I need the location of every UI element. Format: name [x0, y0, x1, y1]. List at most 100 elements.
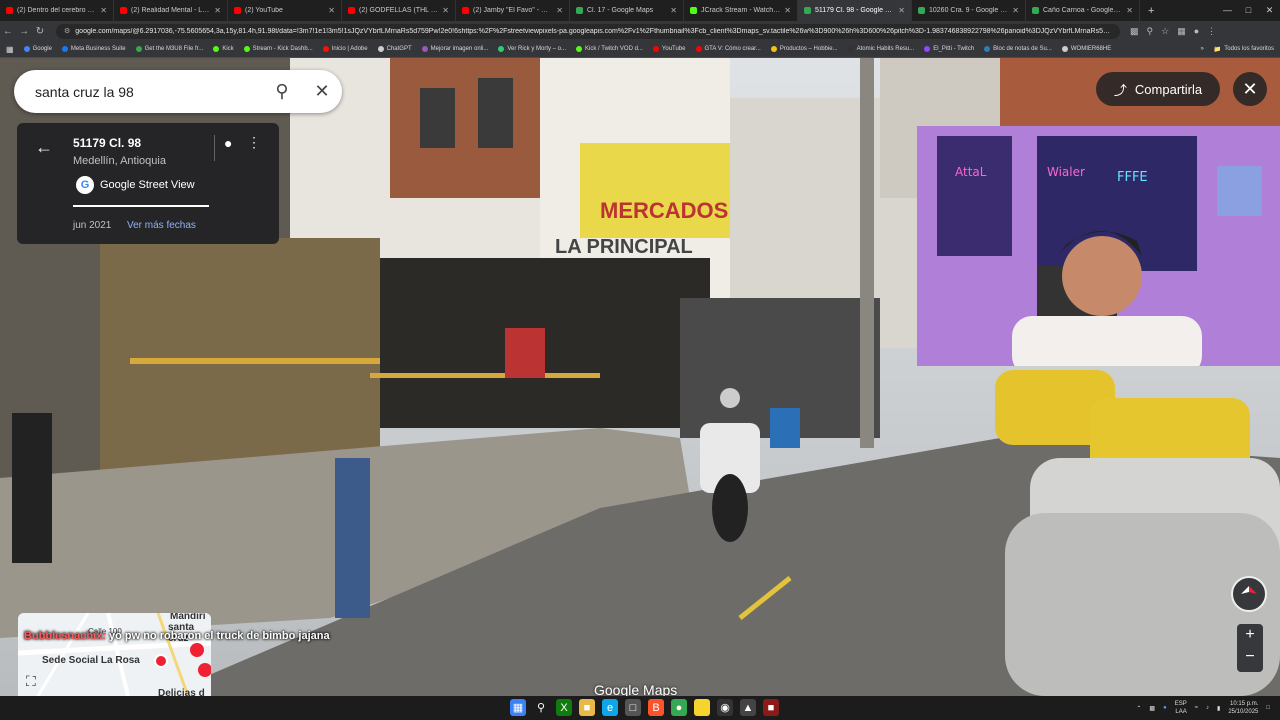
- bookmark-item[interactable]: Atomic Habits Resu...: [847, 46, 914, 52]
- start-icon[interactable]: ▦: [510, 699, 526, 716]
- store-icon[interactable]: □: [625, 699, 641, 716]
- browser-tab[interactable]: Caño Carnoa - Google Maps ✕: [1026, 0, 1140, 21]
- search-icon[interactable]: ⚲: [533, 699, 549, 716]
- network-icon[interactable]: ▩: [1149, 705, 1155, 712]
- volume-icon[interactable]: ♪: [1206, 705, 1209, 711]
- location-pin-icon[interactable]: ●: [224, 135, 232, 151]
- close-tab-icon[interactable]: ✕: [670, 6, 677, 15]
- bookmark-item[interactable]: Stream - Kick Dashb...: [243, 46, 313, 52]
- all-bookmarks-folder[interactable]: 📁 Todos los favoritos: [1214, 46, 1274, 53]
- file-explorer-icon[interactable]: ■: [579, 699, 595, 716]
- tab-favicon-icon: [234, 7, 241, 14]
- chrome-icon[interactable]: ●: [671, 699, 687, 716]
- bookmark-item[interactable]: GTA V: Cómo crear...: [695, 46, 761, 52]
- browser-tab[interactable]: (2) Dentro del cerebro de GU ✕: [0, 0, 114, 21]
- wifi-icon[interactable]: ≈: [1195, 705, 1198, 711]
- bookmark-label: Stream - Kick Dashb...: [252, 46, 313, 52]
- browser-tab[interactable]: (2) GODFELLAS (THL CYPHER) ✕: [342, 0, 456, 21]
- close-tab-icon[interactable]: ✕: [1126, 6, 1133, 15]
- mini-map[interactable]: Mandirí santa cruz Calle 100 Sede Social…: [18, 613, 211, 696]
- bookmark-item[interactable]: ChatGPT: [377, 46, 412, 52]
- maximize-icon[interactable]: □: [1238, 0, 1259, 21]
- street-view-source[interactable]: G Google Street View: [76, 176, 195, 194]
- more-options-icon[interactable]: ⋮: [247, 134, 261, 151]
- app-icon[interactable]: ▲: [740, 699, 756, 716]
- compass-icon[interactable]: [1231, 576, 1267, 612]
- back-icon[interactable]: ←: [0, 26, 16, 37]
- close-tab-icon[interactable]: ✕: [556, 6, 563, 15]
- forward-icon[interactable]: →: [16, 26, 32, 37]
- site-info-icon[interactable]: ⚙: [64, 27, 70, 35]
- restaurant-icon[interactable]: [198, 663, 211, 677]
- address-bar[interactable]: ⚙ google.com/maps/@6.2917036,-75.5605654…: [56, 23, 1120, 39]
- streaming-app-icon[interactable]: ■: [763, 699, 779, 716]
- close-tab-icon[interactable]: ✕: [898, 6, 905, 15]
- browser-tab[interactable]: Cl. 17 - Google Maps ✕: [570, 0, 684, 21]
- bookmark-item[interactable]: Bloc de notas de Su...: [984, 46, 1052, 52]
- xbox-icon[interactable]: X: [556, 699, 572, 716]
- clock[interactable]: 10:15 p.m. 25/10/2025: [1228, 700, 1258, 716]
- more-bookmarks-icon[interactable]: »: [1200, 46, 1203, 53]
- extensions-icon[interactable]: ▦: [1177, 26, 1186, 37]
- close-tab-icon[interactable]: ✕: [214, 6, 221, 15]
- browser-tab[interactable]: (2) Jamby "El Favo" - Hoy ✕: [456, 0, 570, 21]
- browser-tab[interactable]: (2) YouTube ✕: [228, 0, 342, 21]
- clear-search-icon[interactable]: ✕: [302, 81, 342, 102]
- notes-icon[interactable]: [694, 699, 710, 716]
- notifications-icon[interactable]: □: [1266, 705, 1270, 711]
- cast-icon[interactable]: ▩: [1130, 26, 1139, 37]
- street-view-panorama[interactable]: MERCADOS LA PRINCIPAL santa cruz la 98 ⚲…: [0, 58, 1280, 696]
- bluetooth-icon[interactable]: ●: [1163, 705, 1167, 711]
- obs-icon[interactable]: ◉: [717, 699, 733, 716]
- share-button[interactable]: ⤴ Compartirla: [1096, 72, 1220, 106]
- tray-overflow-icon[interactable]: ⌃: [1136, 705, 1141, 712]
- reload-icon[interactable]: ↻: [32, 26, 48, 37]
- browser-tab[interactable]: 51179 Cl. 98 - Google Maps ✕: [798, 0, 912, 21]
- bookmark-item[interactable]: Ver Rick y Morty – o...: [498, 46, 566, 52]
- menu-icon[interactable]: ⋮: [1207, 26, 1216, 37]
- expand-map-icon[interactable]: ⛶: [26, 673, 36, 690]
- close-tab-icon[interactable]: ✕: [784, 6, 791, 15]
- more-dates-link[interactable]: Ver más fechas: [127, 220, 196, 231]
- restaurant-icon[interactable]: [190, 643, 204, 657]
- star-icon[interactable]: ☆: [1161, 26, 1169, 37]
- apps-grid-icon[interactable]: ▦: [6, 45, 14, 54]
- bookmark-item[interactable]: Inicio | Adobe: [322, 46, 368, 52]
- bookmark-item[interactable]: Google: [23, 46, 52, 52]
- bookmark-item[interactable]: Mejorar imagen onli...: [421, 46, 488, 52]
- keyboard-language[interactable]: ESP LAA: [1175, 700, 1187, 716]
- new-tab-button[interactable]: +: [1140, 5, 1162, 17]
- search-icon[interactable]: ⚲: [262, 81, 302, 102]
- bookmark-item[interactable]: Kick: [213, 46, 234, 52]
- close-window-icon[interactable]: ✕: [1259, 0, 1280, 21]
- bookmark-item[interactable]: Get the M3U8 File fr...: [135, 46, 203, 52]
- browser-tab[interactable]: (2) Realidad Mental - Lo Que ✕: [114, 0, 228, 21]
- close-tab-icon[interactable]: ✕: [328, 6, 335, 15]
- profile-avatar[interactable]: ●: [1194, 26, 1199, 37]
- close-tab-icon[interactable]: ✕: [442, 6, 449, 15]
- bookmark-label: Google: [32, 46, 52, 52]
- map-marker-icon[interactable]: [154, 654, 168, 668]
- browser-tab[interactable]: 10260 Cra. 9 - Google Maps ✕: [912, 0, 1026, 21]
- bookmark-item[interactable]: Productos – Hobbie...: [770, 46, 838, 52]
- bookmark-item[interactable]: WOMIER68HE: [1061, 46, 1111, 52]
- bookmark-item[interactable]: Kick / Twitch VOD d...: [576, 46, 643, 52]
- brave-icon[interactable]: B: [648, 699, 664, 716]
- back-arrow-icon[interactable]: ←: [35, 137, 53, 158]
- browser-tab[interactable]: JCrack Stream - Watch Live o✕: [684, 0, 798, 21]
- close-street-view-button[interactable]: ✕: [1233, 72, 1267, 106]
- close-tab-icon[interactable]: ✕: [1012, 6, 1019, 15]
- bookmark-item[interactable]: YouTube: [652, 46, 686, 52]
- bookmark-item[interactable]: El_Pitti - Twitch: [924, 46, 974, 52]
- search-query[interactable]: santa cruz la 98: [35, 84, 262, 100]
- bookmark-item[interactable]: Meta Business Suite: [61, 46, 126, 52]
- bookmark-label: El_Pitti - Twitch: [933, 46, 975, 52]
- minimize-icon[interactable]: —: [1217, 0, 1238, 21]
- zoom-in-button[interactable]: +: [1237, 624, 1263, 646]
- search-box[interactable]: santa cruz la 98 ⚲ ✕: [14, 70, 342, 113]
- edge-icon[interactable]: e: [602, 699, 618, 716]
- zoom-out-button[interactable]: −: [1237, 646, 1263, 668]
- battery-icon[interactable]: ▮: [1217, 705, 1220, 712]
- close-tab-icon[interactable]: ✕: [100, 6, 107, 15]
- zoom-icon[interactable]: ⚲: [1147, 26, 1154, 37]
